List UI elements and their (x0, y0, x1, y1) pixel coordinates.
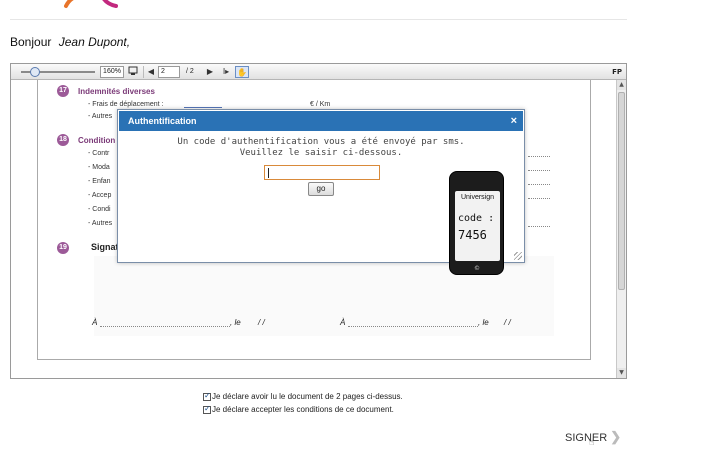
phone-code-label: code : (458, 213, 495, 224)
dialog-message-line1: Un code d'authentification vous a été en… (177, 137, 465, 147)
signature-left-date: / / (258, 318, 265, 327)
doc-line: - Accep (88, 192, 112, 199)
signature-left-le: , le (230, 318, 241, 327)
signature-right-le: , le (478, 318, 489, 327)
resize-grip-icon[interactable] (514, 252, 522, 260)
doc-line: - Condi (88, 206, 111, 213)
doc-line: - Frais de déplacement : (88, 101, 164, 108)
page-total: / 2 (186, 68, 194, 75)
checkbox-accept[interactable] (203, 404, 211, 414)
previous-page-icon[interactable]: ◀ (146, 66, 156, 78)
checkbox-row-read[interactable]: Je déclare avoir lu le document de 2 pag… (203, 391, 403, 401)
sms-code-input[interactable] (264, 165, 380, 180)
section-number-17: 17 (57, 85, 69, 97)
checkbox-accept-label: Je déclare accepter les conditions de ce… (212, 405, 394, 414)
phone-brand: Universign (460, 194, 495, 201)
sign-button-label: SIGNER (565, 432, 608, 444)
close-icon[interactable]: × (511, 111, 517, 131)
user-name: Jean Dupont, (58, 35, 131, 49)
signature-right-date: / / (504, 318, 511, 327)
checkbox-read-label: Je déclare avoir lu le document de 2 pag… (212, 392, 403, 401)
scroll-up-icon[interactable]: ▲ (617, 80, 626, 90)
doc-dotted-field (528, 156, 550, 157)
checkbox-read[interactable] (203, 391, 211, 401)
doc-line: - Enfan (88, 178, 111, 185)
vertical-scrollbar[interactable]: ▲ ▼ (616, 80, 626, 378)
doc-line: - Autres (88, 113, 113, 120)
doc-line: - Autres (88, 220, 113, 227)
doc-line: - Moda (88, 164, 110, 171)
hand-cursor-icon: ☝ (589, 438, 595, 448)
zoom-level[interactable]: 160% (100, 66, 124, 78)
doc-dotted-field (528, 170, 550, 171)
viewer-toolbar: 160% ◀ 2 / 2 ▶ I▸ ✋ FP (11, 64, 626, 80)
next-page-icon[interactable]: ▶ (205, 66, 215, 78)
scroll-down-icon[interactable]: ▼ (617, 368, 626, 378)
doc-line: € / Km (310, 101, 331, 108)
phone-home-icon: © (474, 265, 480, 272)
phone-code-value: 7456 (458, 228, 487, 242)
doc-dotted-field (348, 326, 478, 327)
section-title-19: Signat (91, 242, 119, 252)
greeting: Bonjour Jean Dupont, (10, 35, 130, 49)
dialog-message-line2: Veuillez le saisir ci-dessous. (239, 148, 403, 158)
hand-tool-icon[interactable]: ✋ (235, 66, 249, 78)
dialog-title: Authentification (128, 116, 197, 126)
zoom-slider-handle[interactable] (30, 67, 40, 77)
section-number-18: 18 (57, 134, 69, 146)
signature-left-a: À (92, 318, 98, 327)
text-caret (268, 168, 269, 178)
doc-dotted-field (100, 326, 230, 327)
phone-illustration: Universign code : 7456 © (449, 171, 504, 275)
fit-page-icon[interactable] (127, 66, 139, 78)
scrollbar-thumb[interactable] (618, 92, 625, 290)
header-divider (10, 19, 627, 20)
section-title-18: Condition (78, 136, 116, 145)
section-title-17: Indemnités diverses (78, 87, 155, 96)
text-select-icon[interactable]: I▸ (219, 66, 233, 78)
doc-dotted-field (184, 107, 222, 108)
signature-right-a: À (340, 318, 346, 327)
page-number-input[interactable]: 2 (158, 66, 180, 78)
doc-dotted-field (528, 184, 550, 185)
greeting-hello: Bonjour (10, 35, 52, 49)
chevron-right-icon: ❯ (610, 429, 622, 444)
doc-dotted-field (528, 226, 550, 227)
checkbox-row-accept[interactable]: Je déclare accepter les conditions de ce… (203, 404, 394, 414)
universign-logo (64, 0, 118, 8)
doc-dotted-field (528, 198, 550, 199)
go-button[interactable]: go (308, 182, 334, 196)
fp-label: FP (612, 68, 622, 76)
phone-screen: Universign code : 7456 (455, 191, 500, 261)
doc-line: - Contr (88, 150, 110, 157)
dialog-title-bar: Authentification × (119, 111, 523, 131)
section-number-19: 19 (57, 242, 69, 254)
